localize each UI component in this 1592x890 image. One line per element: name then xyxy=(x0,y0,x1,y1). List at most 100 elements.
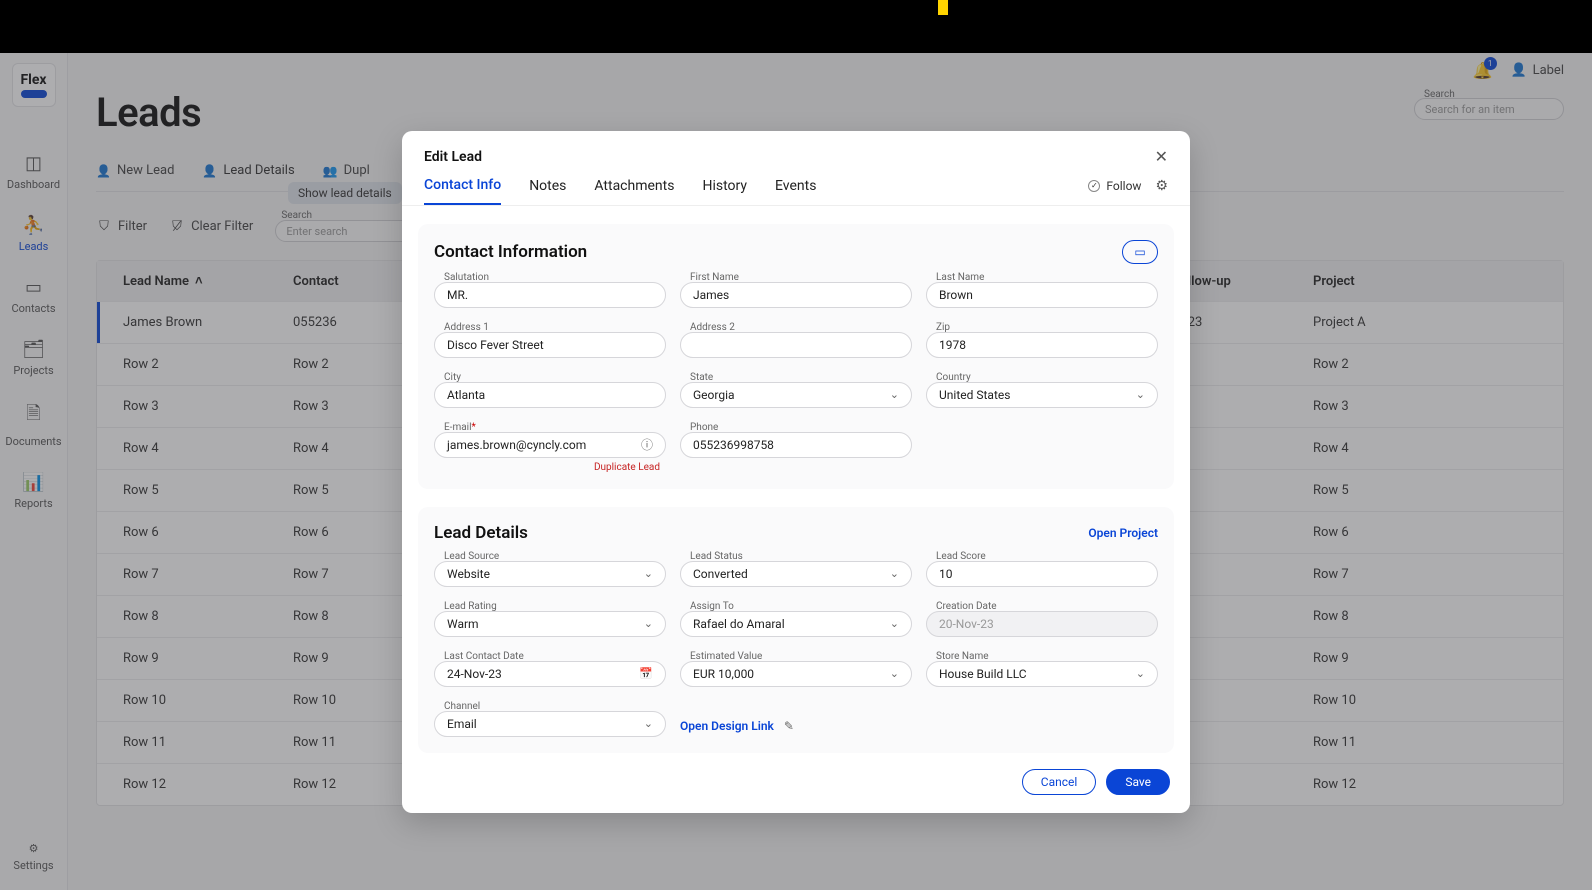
lead-rating-select[interactable]: Warm ⌄ xyxy=(434,611,666,637)
pencil-icon[interactable]: ✎ xyxy=(784,719,794,733)
tab-notes[interactable]: Notes xyxy=(529,178,566,204)
address1-input[interactable]: Disco Fever Street xyxy=(434,332,666,358)
section-contact-info: Contact Information ▭ Salutation MR. Fir… xyxy=(418,224,1174,489)
calendar-icon[interactable]: 📅 xyxy=(639,667,653,680)
channel-select[interactable]: Email ⌄ xyxy=(434,711,666,737)
lead-source-select[interactable]: Website ⌄ xyxy=(434,561,666,587)
chevron-down-icon: ⌄ xyxy=(1136,388,1145,401)
field-address1: Address 1 Disco Fever Street xyxy=(434,322,666,358)
tab-history[interactable]: History xyxy=(702,178,747,204)
field-creation-date: Creation Date 20-Nov-23 xyxy=(926,601,1158,637)
modal-settings-icon[interactable]: ⚙ xyxy=(1155,178,1168,194)
required-marker: * xyxy=(472,422,476,433)
tab-contact-info[interactable]: Contact Info xyxy=(424,177,501,205)
open-project-link[interactable]: Open Project xyxy=(1088,526,1158,540)
field-city: City Atlanta xyxy=(434,372,666,408)
country-select[interactable]: United States ⌄ xyxy=(926,382,1158,408)
lead-status-select[interactable]: Converted ⌄ xyxy=(680,561,912,587)
field-estimated-value: Estimated Value EUR 10,000 ⌄ xyxy=(680,651,912,687)
edit-lead-modal: Edit Lead ✕ Contact Info Notes Attachmen… xyxy=(402,131,1190,813)
field-last-contact: Last Contact Date 24-Nov-23 📅 xyxy=(434,651,666,687)
field-value: Converted xyxy=(693,567,748,581)
zip-input[interactable]: 1978 xyxy=(926,332,1158,358)
field-lead-source: Lead Source Website ⌄ xyxy=(434,551,666,587)
first-name-input[interactable]: James xyxy=(680,282,912,308)
field-value: House Build LLC xyxy=(939,667,1027,681)
open-design-link[interactable]: Open Design Link xyxy=(680,719,774,733)
os-topbar xyxy=(0,0,1592,53)
field-lead-rating: Lead Rating Warm ⌄ xyxy=(434,601,666,637)
field-value: Brown xyxy=(939,288,973,302)
field-country: Country United States ⌄ xyxy=(926,372,1158,408)
field-value: 1978 xyxy=(939,338,966,352)
field-address2: Address 2 xyxy=(680,322,912,358)
field-value: Atlanta xyxy=(447,388,485,402)
app-shell: Flex ◫ Dashboard ⛹ Leads ▭ Contacts 🗂 Pr… xyxy=(0,53,1592,890)
field-assign-to: Assign To Rafael do Amaral ⌄ xyxy=(680,601,912,637)
follow-checkbox[interactable]: ✓ Follow xyxy=(1088,179,1141,193)
section-head: Contact Information ▭ xyxy=(434,240,1158,264)
chevron-down-icon: ⌄ xyxy=(890,388,899,401)
modal-tab-actions: ✓ Follow ⚙ xyxy=(1088,178,1168,204)
section-lead-details: Lead Details Open Project Lead Source We… xyxy=(418,507,1174,753)
lead-score-input[interactable]: 10 xyxy=(926,561,1158,587)
caret-marker xyxy=(938,0,948,15)
tab-events[interactable]: Events xyxy=(775,178,816,204)
field-channel: Channel Email ⌄ xyxy=(434,701,666,737)
field-value: Website xyxy=(447,567,490,581)
modal-header: Edit Lead ✕ xyxy=(402,131,1190,165)
details-grid: Lead Source Website ⌄ Lead Status Conver… xyxy=(434,551,1158,737)
section-head: Lead Details Open Project xyxy=(434,523,1158,543)
store-name-select[interactable]: House Build LLC ⌄ xyxy=(926,661,1158,687)
email-label-text: E-mail xyxy=(444,422,472,433)
field-value: Georgia xyxy=(693,388,735,402)
assign-to-select[interactable]: Rafael do Amaral ⌄ xyxy=(680,611,912,637)
salutation-input[interactable]: MR. xyxy=(434,282,666,308)
creation-date-input: 20-Nov-23 xyxy=(926,611,1158,637)
phone-input[interactable]: 055236998758 xyxy=(680,432,912,458)
field-state: State Georgia ⌄ xyxy=(680,372,912,408)
follow-label: Follow xyxy=(1106,179,1141,193)
close-icon[interactable]: ✕ xyxy=(1155,149,1168,165)
modal-footer: Cancel Save xyxy=(402,753,1190,813)
chevron-down-icon: ⌄ xyxy=(890,667,899,680)
field-value: 20-Nov-23 xyxy=(939,617,994,631)
field-value: EUR 10,000 xyxy=(693,667,754,681)
last-name-input[interactable]: Brown xyxy=(926,282,1158,308)
chevron-down-icon: ⌄ xyxy=(644,567,653,580)
info-icon[interactable]: ⓘ xyxy=(641,436,653,453)
last-contact-date-input[interactable]: 24-Nov-23 📅 xyxy=(434,661,666,687)
field-lead-status: Lead Status Converted ⌄ xyxy=(680,551,912,587)
field-email: E-mail* james.brown@cyncly.com ⓘ Duplica… xyxy=(434,422,666,473)
field-value: United States xyxy=(939,388,1010,402)
tab-attachments[interactable]: Attachments xyxy=(594,178,674,204)
field-value: James xyxy=(693,288,729,302)
email-input[interactable]: james.brown@cyncly.com ⓘ xyxy=(434,432,666,458)
modal-title: Edit Lead xyxy=(424,149,482,165)
address2-input[interactable] xyxy=(680,332,912,358)
email-error: Duplicate Lead xyxy=(434,462,666,473)
section-title: Contact Information xyxy=(434,242,587,262)
state-select[interactable]: Georgia ⌄ xyxy=(680,382,912,408)
field-value: Rafael do Amaral xyxy=(693,617,785,631)
modal-tabs: Contact Info Notes Attachments History E… xyxy=(402,165,1190,206)
check-icon: ✓ xyxy=(1088,180,1100,192)
estimated-value-select[interactable]: EUR 10,000 ⌄ xyxy=(680,661,912,687)
field-value: Warm xyxy=(447,617,479,631)
field-value: MR. xyxy=(447,288,468,302)
cancel-button[interactable]: Cancel xyxy=(1022,769,1097,795)
chevron-down-icon: ⌄ xyxy=(890,567,899,580)
city-input[interactable]: Atlanta xyxy=(434,382,666,408)
field-value: 055236998758 xyxy=(693,438,774,452)
field-phone: Phone 055236998758 xyxy=(680,422,912,473)
section-title: Lead Details xyxy=(434,523,528,543)
field-value: Disco Fever Street xyxy=(447,338,544,352)
open-design-link-row: Open Design Link ✎ xyxy=(680,719,912,737)
card-view-toggle-icon[interactable]: ▭ xyxy=(1122,240,1158,264)
field-value: 24-Nov-23 xyxy=(447,667,502,681)
save-button[interactable]: Save xyxy=(1106,769,1170,795)
field-store-name: Store Name House Build LLC ⌄ xyxy=(926,651,1158,687)
field-last-name: Last Name Brown xyxy=(926,272,1158,308)
field-lead-score: Lead Score 10 xyxy=(926,551,1158,587)
chevron-down-icon: ⌄ xyxy=(644,717,653,730)
